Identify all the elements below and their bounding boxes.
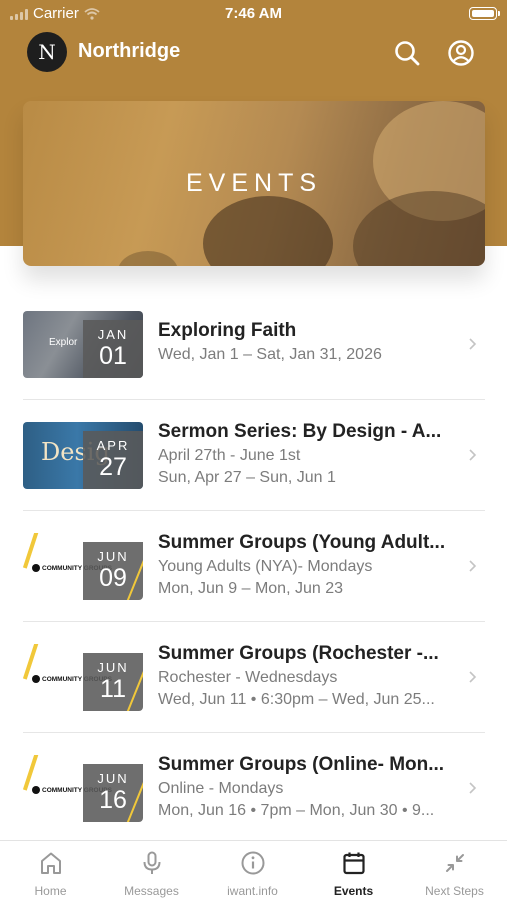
date-day: 27 bbox=[99, 453, 127, 481]
date-day: 16 bbox=[99, 786, 127, 814]
arrows-icon bbox=[445, 854, 464, 872]
event-row-summer-groups-young-adults[interactable]: COMMUNITY GROUPS JUN 09 Summer Groups (Y… bbox=[23, 511, 485, 622]
tab-label: Home bbox=[34, 884, 67, 898]
calendar-icon bbox=[342, 852, 365, 875]
tab-label: Messages bbox=[124, 884, 179, 898]
tab-home[interactable]: Home bbox=[0, 841, 101, 900]
event-row-summer-groups-online[interactable]: COMMUNITY GROUPS JUN 16 Summer Groups (O… bbox=[23, 733, 485, 844]
thumbnail-caption: Explor bbox=[49, 337, 78, 348]
tab-next-steps[interactable]: Next Steps bbox=[404, 841, 505, 900]
events-hero-banner: EVENTS bbox=[23, 101, 485, 266]
event-title: Summer Groups (Online- Mon... bbox=[158, 754, 445, 775]
date-month: JUN bbox=[97, 771, 129, 786]
tab-iwant-info[interactable]: iwant.info bbox=[202, 841, 303, 900]
app-header: N Northridge bbox=[0, 30, 507, 76]
date-badge: JAN 01 bbox=[83, 320, 143, 378]
event-text: Summer Groups (Rochester -... Rochester … bbox=[158, 643, 455, 709]
event-row-summer-groups-rochester[interactable]: COMMUNITY GROUPS JUN 11 Summer Groups (R… bbox=[23, 622, 485, 733]
info-icon bbox=[241, 851, 264, 875]
logo-letter: N bbox=[38, 40, 56, 64]
event-thumbnail: Explor JAN 01 bbox=[23, 311, 143, 378]
status-bar: Carrier 7:46 AM bbox=[0, 0, 507, 28]
event-text: Sermon Series: By Design - A... April 27… bbox=[158, 421, 455, 487]
event-title: Sermon Series: By Design - A... bbox=[158, 421, 442, 442]
date-month: JUN bbox=[97, 549, 129, 564]
tab-events[interactable]: Events bbox=[303, 841, 404, 900]
microphone-icon bbox=[143, 851, 160, 874]
event-row-exploring-faith[interactable]: Explor JAN 01 Exploring Faith Wed, Jan 1… bbox=[23, 289, 485, 400]
event-row-sermon-series[interactable]: Desig APR 27 Sermon Series: By Design - … bbox=[23, 400, 485, 511]
tab-label: Next Steps bbox=[425, 884, 484, 898]
event-subtitle: Rochester - Wednesdays bbox=[158, 669, 338, 686]
hero-photo-shape bbox=[203, 196, 333, 266]
date-badge: JUN 11 bbox=[83, 653, 143, 711]
event-thumbnail: Desig APR 27 bbox=[23, 422, 143, 489]
event-subtitle: Young Adults (NYA)- Mondays bbox=[158, 558, 373, 575]
date-day: 09 bbox=[99, 564, 127, 592]
chevron-right-icon bbox=[469, 671, 477, 683]
home-icon bbox=[40, 852, 61, 874]
event-date-range: Wed, Jun 11 • 6:30pm – Wed, Jun 25... bbox=[158, 691, 435, 708]
event-date-range: Sun, Apr 27 – Sun, Jun 1 bbox=[158, 469, 336, 486]
date-month: JAN bbox=[97, 327, 129, 342]
battery-icon bbox=[469, 7, 500, 20]
event-text: Summer Groups (Online- Mon... Online - M… bbox=[158, 754, 455, 820]
chevron-right-icon bbox=[469, 782, 477, 794]
hero-title: EVENTS bbox=[185, 169, 323, 197]
hero-photo-shape bbox=[353, 191, 485, 266]
event-title: Summer Groups (Rochester -... bbox=[158, 643, 439, 664]
events-list: Explor JAN 01 Exploring Faith Wed, Jan 1… bbox=[23, 289, 485, 844]
event-date-range: Mon, Jun 9 – Mon, Jun 23 bbox=[158, 580, 343, 597]
app-name: Northridge bbox=[78, 40, 181, 62]
profile-button[interactable] bbox=[446, 38, 476, 68]
event-subtitle: Online - Mondays bbox=[158, 780, 284, 797]
search-button[interactable] bbox=[392, 38, 422, 68]
chevron-right-icon bbox=[469, 560, 477, 572]
search-icon bbox=[395, 41, 420, 66]
event-title: Exploring Faith bbox=[158, 320, 297, 341]
event-text: Exploring Faith Wed, Jan 1 – Sat, Jan 31… bbox=[158, 320, 455, 364]
tab-label: Events bbox=[333, 884, 374, 898]
event-text: Summer Groups (Young Adult... Young Adul… bbox=[158, 532, 455, 598]
date-badge: JUN 16 bbox=[83, 764, 143, 822]
tab-label: iwant.info bbox=[227, 884, 278, 898]
chevron-right-icon bbox=[469, 449, 477, 461]
chevron-right-icon bbox=[469, 338, 477, 350]
event-thumbnail: COMMUNITY GROUPS JUN 11 bbox=[23, 644, 143, 711]
date-month: JUN bbox=[97, 660, 129, 675]
date-day: 11 bbox=[100, 675, 126, 703]
date-month: APR bbox=[96, 438, 130, 453]
event-title: Summer Groups (Young Adult... bbox=[158, 532, 446, 553]
event-subtitle: April 27th - June 1st bbox=[158, 447, 301, 464]
church-logo[interactable]: N bbox=[27, 32, 67, 72]
bottom-tab-bar: Home Messages iwant.info Events Next Ste… bbox=[0, 840, 507, 900]
date-badge: JUN 09 bbox=[83, 542, 143, 600]
status-time: 7:46 AM bbox=[225, 5, 282, 22]
date-day: 01 bbox=[99, 342, 127, 370]
date-badge: APR 27 bbox=[83, 431, 143, 489]
tab-messages[interactable]: Messages bbox=[101, 841, 202, 900]
event-date-range: Wed, Jan 1 – Sat, Jan 31, 2026 bbox=[158, 346, 382, 363]
profile-icon bbox=[448, 40, 474, 66]
event-date-range: Mon, Jun 16 • 7pm – Mon, Jun 30 • 9... bbox=[158, 802, 435, 819]
event-thumbnail: COMMUNITY GROUPS JUN 16 bbox=[23, 755, 143, 822]
hero-photo-shape bbox=[118, 251, 178, 266]
event-thumbnail: COMMUNITY GROUPS JUN 09 bbox=[23, 533, 143, 600]
